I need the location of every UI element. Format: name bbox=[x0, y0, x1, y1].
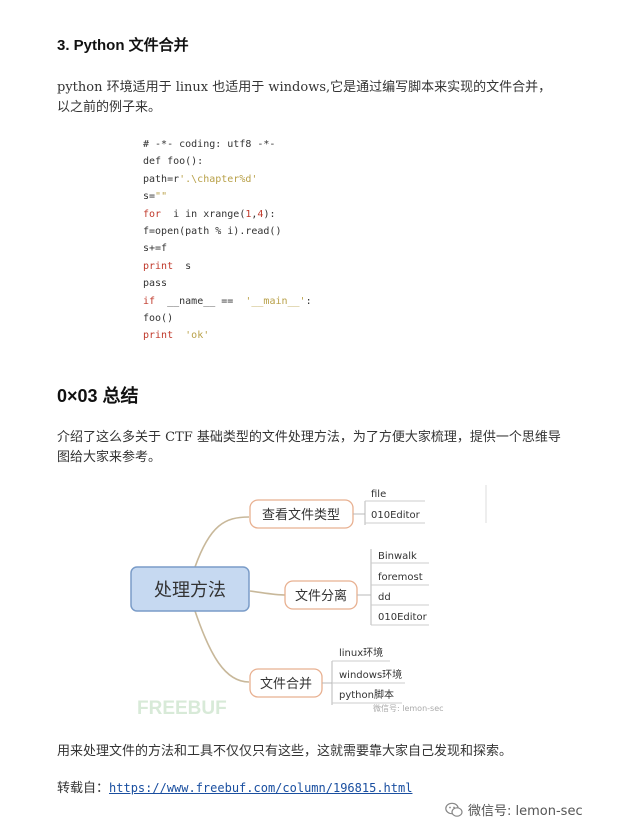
code-line-7: s+=f bbox=[143, 243, 168, 255]
code-line-5: for i in xrange(1,4): bbox=[143, 208, 276, 220]
code-line-6: f=open(path % i).read() bbox=[143, 225, 282, 237]
section-heading-python-merge: 3. Python 文件合并 bbox=[57, 37, 189, 54]
branch-view-file-type-label: 查看文件类型 bbox=[262, 507, 340, 523]
branch-file-split-label: 文件分离 bbox=[295, 588, 347, 604]
connector-root-to-merge bbox=[194, 610, 250, 683]
branch-file-merge-label: 文件合并 bbox=[260, 677, 312, 692]
root-node-label: 处理方法 bbox=[154, 580, 226, 601]
leaf-010editor-1: 010Editor bbox=[371, 510, 421, 521]
leaf-windows-env: windows环境 bbox=[339, 668, 402, 681]
leaf-010editor-2: 010Editor bbox=[378, 612, 428, 623]
leaf-python-script: python脚本 bbox=[339, 688, 394, 701]
code-line-1: # -*- coding: utf8 -*- bbox=[143, 139, 276, 150]
paragraph-python-intro: python 环境适用于 linux 也适用于 windows,它是通过编写脚本… bbox=[57, 80, 552, 115]
mind-map: FREEBUF 微信号: lemon-sec 处理方法 查看文件类型 file … bbox=[130, 485, 487, 719]
leaf-dd: dd bbox=[378, 592, 391, 603]
source-link[interactable]: https://www.freebuf.com/column/196815.ht… bbox=[109, 781, 412, 795]
leaf-foremost: foremost bbox=[378, 572, 423, 583]
code-line-11: foo() bbox=[143, 312, 174, 324]
wechat-icon bbox=[445, 802, 463, 817]
code-line-10: if __name__ == '__main__': bbox=[143, 295, 312, 307]
summary-heading: 0×03 总结 bbox=[57, 386, 139, 406]
leaf-linux-env: linux环境 bbox=[339, 646, 383, 659]
code-line-12: print 'ok' bbox=[143, 330, 210, 342]
watermark-wechat-id: 微信号: lemon-sec bbox=[373, 703, 444, 713]
source-label: 转载自： bbox=[57, 781, 110, 796]
leaf-file: file bbox=[371, 489, 386, 500]
paragraph-summary: 介绍了这么多关于 CTF 基础类型的文件处理方法，为了方便大家梳理，提供一个思维… bbox=[57, 430, 561, 465]
source-line: 转载自：https://www.freebuf.com/column/19681… bbox=[57, 778, 562, 799]
connector-root-to-split bbox=[249, 590, 286, 596]
code-line-3: path=r'.\chapter%d' bbox=[143, 173, 258, 185]
paragraph-closing: 用来处理文件的方法和工具不仅仅只有这些，这就需要靠大家自己发现和探索。 bbox=[57, 744, 513, 759]
code-line-9: pass bbox=[143, 278, 168, 290]
bracket-file-merge bbox=[322, 661, 333, 705]
footer-wechat-id: 微信号: lemon-sec bbox=[468, 804, 583, 819]
connector-root-to-view-type bbox=[194, 516, 250, 568]
code-line-8: print s bbox=[143, 260, 192, 272]
code-line-2: def foo(): bbox=[143, 156, 204, 168]
freebuf-watermark: FREEBUF bbox=[137, 698, 227, 719]
footer-watermark: 微信号: lemon-sec bbox=[445, 800, 583, 819]
code-line-4: s="" bbox=[143, 191, 168, 203]
leaf-binwalk: Binwalk bbox=[378, 551, 417, 562]
bracket-file-split bbox=[357, 549, 372, 625]
code-block: # -*- coding: utf8 -*- def foo(): path=r… bbox=[143, 136, 312, 345]
bracket-view-file-type bbox=[353, 501, 366, 525]
